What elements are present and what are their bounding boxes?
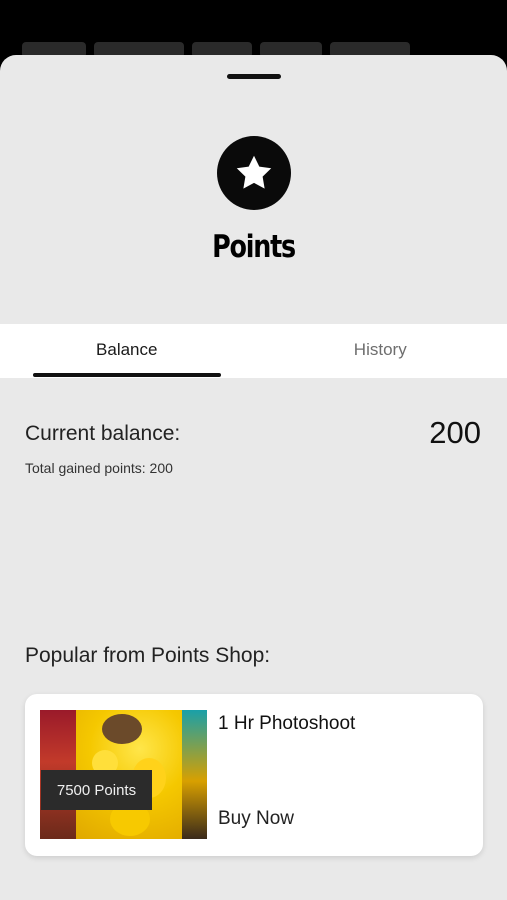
shop-item-title: 1 Hr Photoshoot — [218, 713, 356, 734]
current-balance-label: Current balance: — [25, 422, 181, 445]
tab-history[interactable]: History — [254, 324, 507, 378]
sheet-title: Points — [212, 229, 296, 265]
current-balance-value: 200 — [429, 415, 481, 450]
total-gained-points: Total gained points: 200 — [25, 460, 173, 476]
star-icon — [217, 136, 291, 210]
points-price-badge: 7500 Points — [41, 770, 152, 810]
active-tab-indicator — [33, 373, 221, 377]
tab-balance[interactable]: Balance — [0, 324, 254, 378]
tab-bar: Balance History — [0, 324, 507, 378]
drag-handle[interactable] — [227, 74, 281, 79]
shop-item-card[interactable]: 7500 Points 1 Hr Photoshoot Buy Now — [25, 694, 483, 856]
tab-balance-label: Balance — [96, 340, 158, 359]
buy-now-button[interactable]: Buy Now — [218, 808, 294, 830]
tab-history-label: History — [353, 340, 407, 359]
popular-shop-heading: Popular from Points Shop: — [25, 644, 271, 667]
star-glyph — [236, 155, 272, 189]
